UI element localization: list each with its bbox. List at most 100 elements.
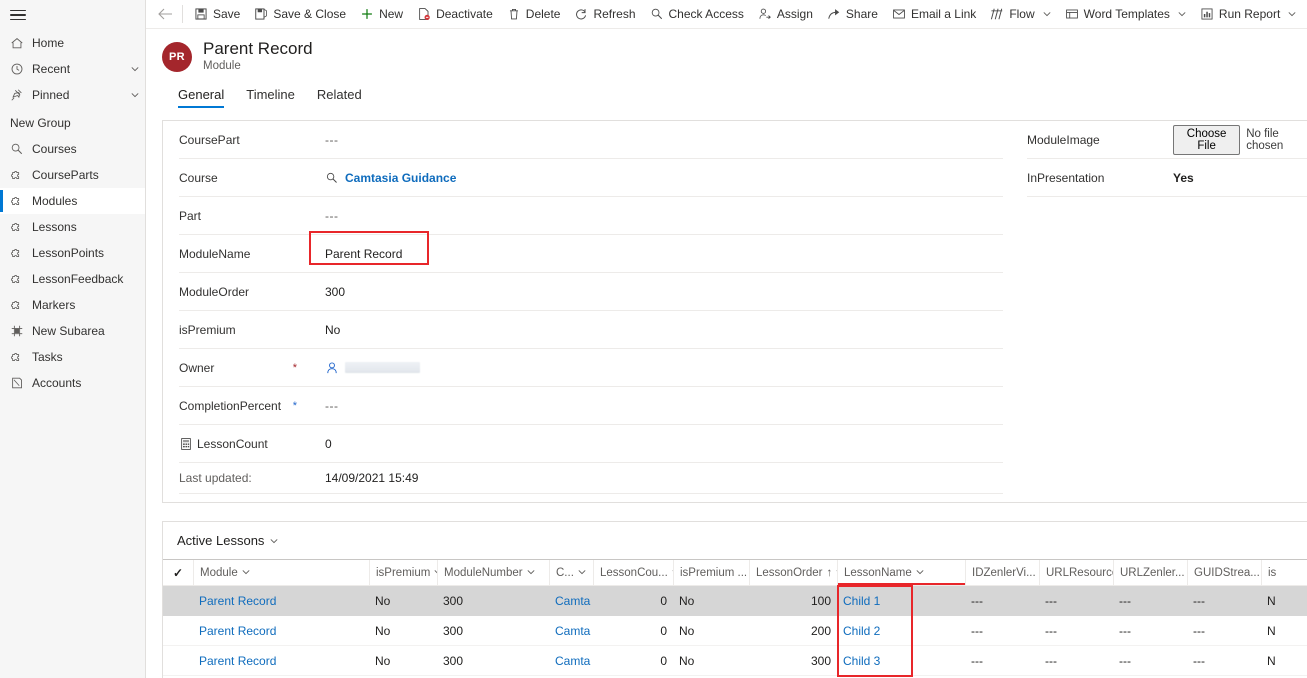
column-header-modulenumber[interactable]: ModuleNumber [437, 560, 549, 585]
field-value[interactable]: No [325, 323, 340, 337]
sidebar-item-recent[interactable]: Recent [0, 56, 145, 82]
row-select-checkbox[interactable] [163, 616, 193, 645]
form-card: CoursePart --- Course Camtasia Guidance Part… [162, 120, 1307, 503]
row-select-checkbox[interactable] [163, 646, 193, 675]
owner-name-redacted[interactable] [345, 362, 420, 373]
field-value[interactable]: Yes [1153, 171, 1307, 185]
column-header-lessonname[interactable]: LessonName [837, 560, 965, 585]
command-flow[interactable]: Flow [983, 0, 1057, 28]
cell-lessonorder: 200 [810, 623, 831, 638]
command-save[interactable]: Save [187, 0, 247, 28]
sidebar: Home Recent Pinned New Group Courses Course… [0, 0, 146, 678]
command-refresh[interactable]: Refresh [567, 0, 642, 28]
column-header-urlzenler[interactable]: URLZenler... [1113, 560, 1187, 585]
sidebar-item-accounts[interactable]: Accounts [0, 370, 145, 396]
field-value-link[interactable]: Camtasia Guidance [345, 171, 456, 185]
chevron-down-icon[interactable] [125, 91, 145, 99]
sidebar-item-pinned[interactable]: Pinned [0, 82, 145, 108]
sidebar-item-home[interactable]: Home [0, 30, 145, 56]
sidebar-item-new-subarea[interactable]: New Subarea [0, 318, 145, 344]
sidebar-item-label: Home [32, 36, 65, 50]
field-value[interactable]: Parent Record [325, 247, 402, 261]
cell-lessonname[interactable]: Child 2 [837, 616, 965, 645]
cell-c[interactable]: Camta [549, 586, 593, 615]
cell-last: N [1267, 623, 1276, 638]
sidebar-item-tasks[interactable]: Tasks [0, 344, 145, 370]
back-arrow-icon[interactable] [150, 0, 180, 28]
puzzle-icon [10, 246, 32, 260]
command-check-access[interactable]: Check Access [643, 0, 751, 28]
cell-module[interactable]: Parent Record [193, 586, 369, 615]
command-label: Assign [776, 7, 813, 21]
chevron-down-icon[interactable] [1288, 7, 1296, 21]
tab-related[interactable]: Related [317, 87, 362, 108]
command-email-a-link[interactable]: Email a Link [885, 0, 983, 28]
table-row[interactable]: Parent Record No 300 Camta 0 No 200 Child 2 --- -… [163, 616, 1307, 646]
column-header-ispremium[interactable]: isPremium ... [673, 560, 749, 585]
column-header-lessonorder[interactable]: LessonOrder ↑ [749, 560, 837, 585]
cell-ispremium: No [375, 653, 391, 668]
chevron-down-icon[interactable] [125, 65, 145, 73]
sidebar-item-courseparts[interactable]: CourseParts [0, 162, 145, 188]
command-word-templates[interactable]: Word Templates [1058, 0, 1193, 28]
cell-c[interactable]: Camta [549, 616, 593, 645]
command-run-report[interactable]: Run Report [1193, 0, 1303, 28]
chevron-down-icon[interactable] [1178, 7, 1186, 21]
cell-c[interactable]: Camta [549, 646, 593, 675]
sidebar-item-courses[interactable]: Courses [0, 136, 145, 162]
field-inpresentation: InPresentation Yes [1027, 159, 1307, 197]
save-icon [194, 7, 208, 21]
column-header-guidstrea[interactable]: GUIDStrea... [1187, 560, 1261, 585]
column-header-c[interactable]: C... [549, 560, 593, 585]
command-deactivate[interactable]: Deactivate [410, 0, 500, 28]
cell-ispremium2: No [679, 653, 695, 668]
tab-timeline[interactable]: Timeline [246, 87, 295, 108]
field-label: LessonCount [179, 437, 305, 451]
command-delete[interactable]: Delete [500, 0, 568, 28]
cell-module[interactable]: Parent Record [193, 616, 369, 645]
command-label: Deactivate [436, 7, 493, 21]
cell-lessonname[interactable]: Child 1 [837, 586, 965, 615]
subgrid-title: Active Lessons [177, 533, 265, 548]
field-value[interactable]: 300 [325, 285, 345, 299]
field-label: CoursePart [179, 133, 305, 147]
subgrid-view-selector[interactable]: Active Lessons [163, 522, 1307, 559]
field-value[interactable]: 0 [325, 437, 332, 451]
chevron-down-icon[interactable] [527, 567, 535, 579]
select-all-checkbox[interactable]: ✓ [163, 560, 193, 585]
command-share[interactable]: Share [820, 0, 885, 28]
chevron-down-icon[interactable] [578, 567, 586, 579]
column-header-urlresource[interactable]: URLResource [1039, 560, 1113, 585]
sidebar-item-lessonfeedback[interactable]: LessonFeedback [0, 266, 145, 292]
cell-lessonname[interactable]: Child 3 [837, 646, 965, 675]
sidebar-item-label: Pinned [32, 88, 70, 102]
table-row[interactable]: Parent Record No 300 Camta 0 No 300 Child 3 --- -… [163, 646, 1307, 676]
puzzle-icon [10, 220, 32, 234]
column-header-is[interactable]: is [1261, 560, 1279, 585]
sidebar-item-markers[interactable]: Markers [0, 292, 145, 318]
chevron-down-icon[interactable] [1043, 7, 1051, 21]
column-header-idzenlervi[interactable]: IDZenlerVi... [965, 560, 1039, 585]
command-label: Word Templates [1083, 7, 1170, 21]
sidebar-item-label: Markers [32, 298, 76, 312]
cell-module[interactable]: Parent Record [193, 646, 369, 675]
column-header-ispremium[interactable]: isPremium [369, 560, 437, 585]
table-row[interactable]: Parent Record No 300 Camta 0 No 100 Child 1 --- -… [163, 586, 1307, 616]
command-new[interactable]: New [353, 0, 410, 28]
command-save-close[interactable]: Save & Close [247, 0, 353, 28]
column-header-module[interactable]: Module [193, 560, 369, 585]
command-assign[interactable]: Assign [751, 0, 820, 28]
column-header-lessoncou[interactable]: LessonCou... [593, 560, 673, 585]
hamburger-menu-button[interactable] [0, 0, 145, 30]
field-label: ModuleName [179, 247, 305, 261]
chevron-down-icon[interactable] [242, 567, 250, 579]
file-input-row: Choose File No file chosen [1153, 124, 1307, 155]
sidebar-item-lessons[interactable]: Lessons [0, 214, 145, 240]
choose-file-button[interactable]: Choose File [1173, 124, 1241, 155]
sidebar-item-lessonpoints[interactable]: LessonPoints [0, 240, 145, 266]
sidebar-item-modules[interactable]: Modules [0, 188, 145, 214]
chevron-down-icon[interactable] [916, 567, 924, 579]
last-updated-value: 14/09/2021 15:49 [325, 471, 419, 485]
tab-general[interactable]: General [178, 87, 225, 108]
row-select-checkbox[interactable] [163, 586, 193, 615]
